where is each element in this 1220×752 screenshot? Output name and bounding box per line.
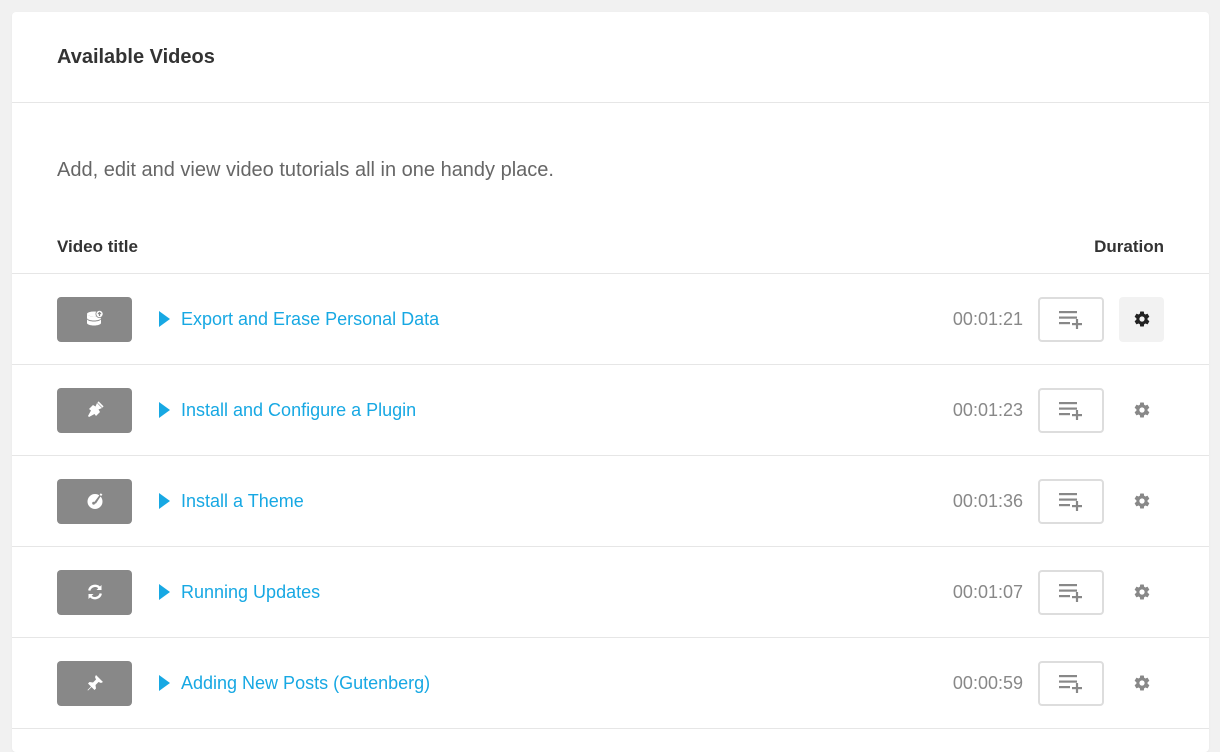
gear-icon — [1134, 584, 1149, 600]
theme-brush-icon — [87, 493, 102, 509]
play-icon[interactable] — [159, 311, 170, 327]
play-icon[interactable] — [159, 584, 170, 600]
video-thumbnail — [57, 569, 132, 615]
video-settings-button[interactable] — [1119, 388, 1164, 433]
video-settings-button[interactable] — [1119, 479, 1164, 524]
column-header-duration: Duration — [1094, 237, 1164, 256]
playlist-add-icon — [1059, 402, 1082, 420]
video-title-link[interactable]: Install and Configure a Plugin — [181, 400, 416, 421]
video-duration: 00:01:23 — [952, 399, 1023, 420]
video-duration: 00:00:59 — [952, 672, 1023, 693]
video-row: Adding New Posts (Gutenberg) 00:00:59 — [12, 638, 1209, 729]
add-to-playlist-button[interactable] — [1038, 569, 1104, 615]
plugin-icon — [87, 401, 104, 417]
video-thumbnail — [57, 660, 132, 706]
video-settings-button[interactable] — [1119, 296, 1164, 342]
video-title-link[interactable]: Export and Erase Personal Data — [181, 309, 439, 330]
video-thumbnail — [57, 296, 132, 342]
gear-icon — [1134, 402, 1149, 418]
playlist-add-icon — [1059, 311, 1082, 329]
panel-description: Add, edit and view video tutorials all i… — [57, 159, 554, 181]
gear-icon — [1134, 675, 1149, 691]
video-title-link[interactable]: Adding New Posts (Gutenberg) — [181, 673, 430, 694]
playlist-add-icon — [1059, 584, 1082, 602]
gear-icon — [1134, 493, 1149, 509]
add-to-playlist-button[interactable] — [1038, 296, 1104, 342]
videos-panel: Available Videos Add, edit and view vide… — [12, 12, 1209, 752]
video-duration: 00:01:21 — [952, 308, 1023, 329]
panel-header: Available Videos — [12, 12, 1209, 103]
add-to-playlist-button[interactable] — [1038, 478, 1104, 524]
panel-title: Available Videos — [57, 45, 215, 68]
playlist-add-icon — [1059, 675, 1082, 693]
pin-icon — [87, 675, 103, 691]
video-duration: 00:01:07 — [952, 581, 1023, 602]
add-to-playlist-button[interactable] — [1038, 660, 1104, 706]
video-duration: 00:01:36 — [952, 490, 1023, 511]
play-icon[interactable] — [159, 675, 170, 691]
table-header: Video title Duration — [12, 221, 1209, 274]
video-thumbnail — [57, 387, 132, 433]
video-settings-button[interactable] — [1119, 661, 1164, 706]
add-to-playlist-button[interactable] — [1038, 387, 1104, 433]
database-export-icon — [86, 310, 103, 326]
gear-icon — [1134, 311, 1149, 327]
video-settings-button[interactable] — [1119, 570, 1164, 615]
video-row: Export and Erase Personal Data 00:01:21 — [12, 274, 1209, 365]
video-row: Running Updates 00:01:07 — [12, 547, 1209, 638]
video-title-link[interactable]: Install a Theme — [181, 491, 304, 512]
video-row: Install a Theme 00:01:36 — [12, 456, 1209, 547]
video-title-link[interactable]: Running Updates — [181, 582, 320, 603]
play-icon[interactable] — [159, 493, 170, 509]
column-header-title: Video title — [57, 237, 138, 256]
play-icon[interactable] — [159, 402, 170, 418]
playlist-add-icon — [1059, 493, 1082, 511]
video-thumbnail — [57, 478, 132, 524]
refresh-icon — [87, 584, 102, 600]
video-row: Install and Configure a Plugin 00:01:23 — [12, 365, 1209, 456]
